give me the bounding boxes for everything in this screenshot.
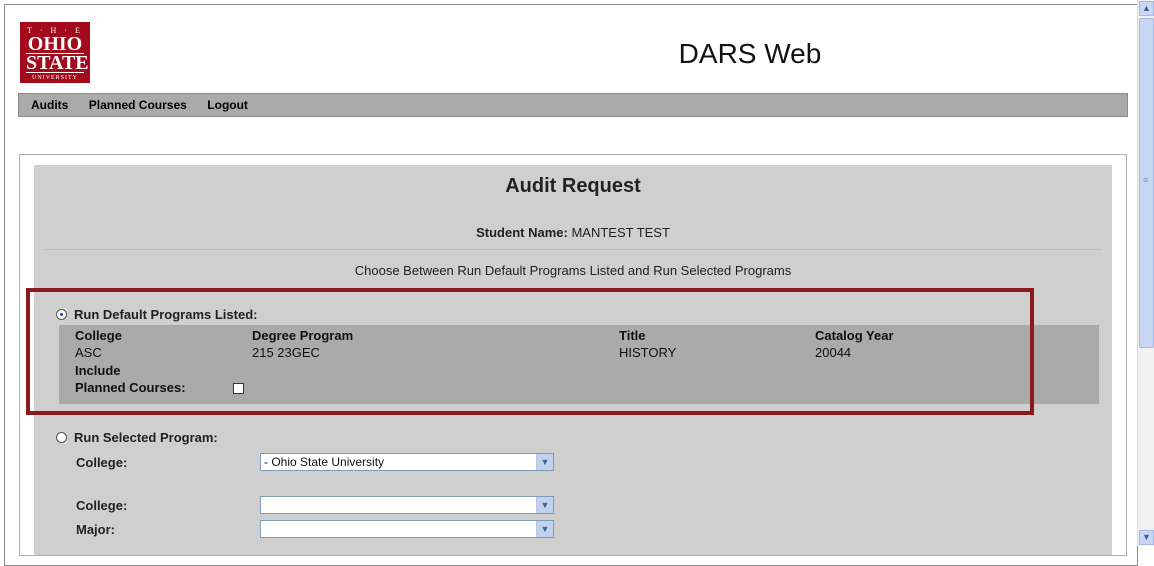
run-selected-label: Run Selected Program: xyxy=(74,430,218,445)
major-select[interactable]: ▼ xyxy=(260,520,554,538)
audit-request-panel: Audit Request Student Name: MANTEST TEST… xyxy=(26,165,1112,555)
logo-ohio: OHIO xyxy=(27,33,83,55)
vertical-scrollbar[interactable]: ▲ ▼ xyxy=(1137,0,1154,546)
instruction-text: Choose Between Run Default Programs List… xyxy=(354,263,792,278)
chevron-down-icon[interactable]: ▼ xyxy=(536,454,553,470)
radio-run-selected[interactable] xyxy=(56,432,67,443)
divider xyxy=(44,249,1102,250)
menu-logout[interactable]: Logout xyxy=(207,94,248,116)
app-title: DARS Web xyxy=(678,38,822,69)
chevron-down-icon[interactable]: ▼ xyxy=(536,497,553,513)
menu-planned-courses[interactable]: Planned Courses xyxy=(89,94,187,116)
logo-state: STATE xyxy=(26,52,89,74)
college-label-2: College: xyxy=(76,498,128,513)
major-label: Major: xyxy=(76,522,115,537)
scrollbar-thumb[interactable] xyxy=(1139,18,1154,348)
student-name-line: Student Name: MANTEST TEST xyxy=(34,225,1112,240)
arrow-up-icon[interactable]: ▲ xyxy=(1139,1,1154,16)
college-select-1[interactable]: - Ohio State University ▼ xyxy=(260,453,554,471)
menubar: Audits Planned Courses Logout xyxy=(18,93,1128,117)
highlight-box xyxy=(26,288,1034,415)
college-label-1: College: xyxy=(76,455,128,470)
logo-university: UNIVERSITY xyxy=(32,75,78,81)
student-name-label: Student Name: xyxy=(476,225,568,240)
chevron-down-icon[interactable]: ▼ xyxy=(536,521,553,537)
college-select-1-value: - Ohio State University xyxy=(264,455,385,469)
college-select-2[interactable]: ▼ xyxy=(260,496,554,514)
menu-audits[interactable]: Audits xyxy=(31,94,68,116)
student-name-value: MANTEST TEST xyxy=(571,225,670,240)
ohio-state-logo: T · H · E OHIO STATE UNIVERSITY xyxy=(20,22,90,83)
arrow-down-icon[interactable]: ▼ xyxy=(1139,530,1154,545)
panel-title: Audit Request xyxy=(505,175,641,197)
